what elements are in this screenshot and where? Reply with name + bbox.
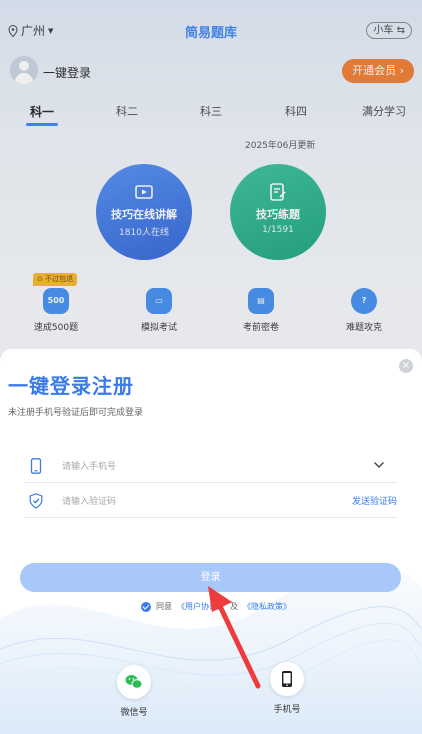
close-icon[interactable]: × bbox=[399, 359, 413, 373]
phone-login[interactable]: 手机号 bbox=[268, 662, 306, 715]
annotation-arrow-icon bbox=[208, 586, 261, 689]
wechat-bubble bbox=[117, 665, 151, 699]
sheet-subtitle: 未注册手机号验证后即可完成登录 bbox=[8, 408, 144, 418]
phone-icon bbox=[282, 671, 292, 687]
wechat-login[interactable]: 微信号 bbox=[116, 665, 152, 718]
agree-prefix: 同意 bbox=[156, 602, 172, 611]
phone-field[interactable]: 请输入手机号 bbox=[24, 449, 397, 483]
mobile-phone-icon bbox=[30, 458, 42, 474]
phone-bubble bbox=[270, 662, 304, 696]
phone-login-label: 手机号 bbox=[273, 705, 301, 715]
wechat-icon bbox=[125, 675, 143, 689]
agree-checkbox[interactable] bbox=[141, 601, 151, 612]
code-field[interactable]: 请输入验证码 发送验证码 bbox=[24, 484, 397, 518]
code-input[interactable]: 请输入验证码 bbox=[62, 494, 116, 507]
sheet-title: 一键登录注册 bbox=[8, 374, 134, 398]
chevron-down-icon[interactable] bbox=[373, 459, 385, 471]
shield-check-icon bbox=[29, 493, 43, 509]
wechat-login-label: 微信号 bbox=[120, 708, 148, 718]
phone-input[interactable]: 请输入手机号 bbox=[62, 459, 116, 472]
send-code-button[interactable]: 发送验证码 bbox=[352, 494, 397, 507]
